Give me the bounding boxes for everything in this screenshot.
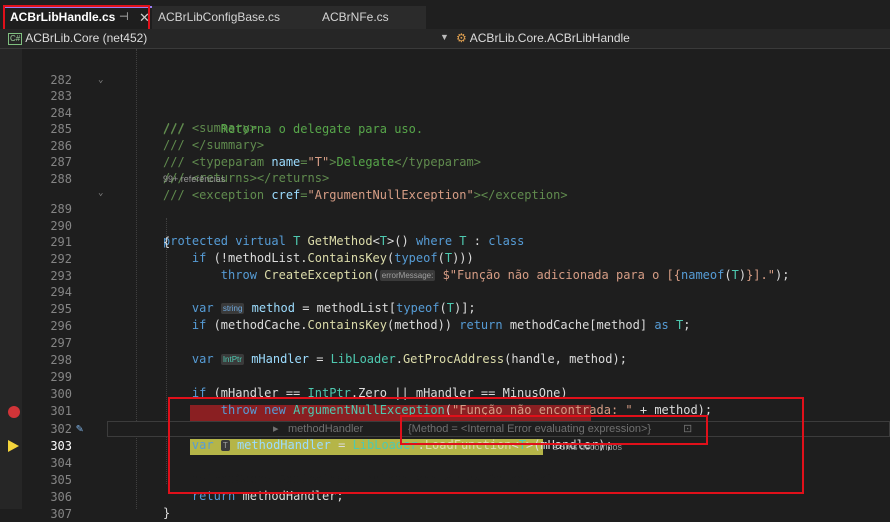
code-line[interactable]: 287 /// <returns></returns> xyxy=(0,138,890,185)
code-line[interactable]: 286 /// <typeparam name="T">Delegate</ty… xyxy=(0,122,890,169)
code-annotation-box xyxy=(168,397,804,494)
project-dropdown[interactable]: C# ACBrLib.Core (net452) xyxy=(8,31,147,45)
code-line[interactable]: 296 xyxy=(0,302,890,333)
code-line[interactable]: 292 throw CreateException(errorMessage: … xyxy=(0,235,890,282)
navigation-bar: C# ACBrLib.Core (net452) ▼ ⚙ ACBrLib.Core.… xyxy=(0,29,890,49)
code-line[interactable]: 289 ⌄ protected virtual T GetMethod<T>()… xyxy=(0,185,890,248)
code-line[interactable]: 291 if (!methodList.ContainsKey(typeof(T… xyxy=(0,218,890,265)
tab-label: ACBrLibConfigBase.cs xyxy=(158,10,281,24)
collapse-chevron-icon[interactable]: ⌄ xyxy=(98,185,103,201)
tab-acbrlibconfigbase[interactable]: ACBrLibConfigBase.cs xyxy=(152,6,316,29)
codelens-references[interactable]: 99+ referências xyxy=(163,174,225,184)
line-number: 307 xyxy=(50,507,72,521)
tab-label: ACBrNFe.cs xyxy=(322,10,389,24)
code-line[interactable]: 284 /// Retorna o delegate para uso. xyxy=(0,89,890,136)
code-line[interactable]: 295 if (methodCache.ContainsKey(method))… xyxy=(0,285,890,332)
code-line[interactable]: 282 xyxy=(0,56,890,87)
code-line[interactable]: 297 var IntPtr mHandler = LibLoader.GetP… xyxy=(0,319,890,366)
collapse-chevron-icon[interactable]: ⌄ xyxy=(98,72,103,88)
class-name: ACBrLib.Core.ACBrLibHandle xyxy=(469,31,630,45)
code-line[interactable]: 293 xyxy=(0,252,890,283)
code-line[interactable]: 285 /// </summary> xyxy=(0,105,890,152)
csharp-project-icon: C# xyxy=(8,33,23,45)
class-icon: ⚙ xyxy=(456,31,467,45)
project-name: ACBrLib.Core (net452) xyxy=(25,31,148,45)
code-line[interactable]: 300 throw new ArgumentNullException("Fun… xyxy=(0,370,890,417)
class-dropdown[interactable]: ⚙ ACBrLib.Core.ACBrLibHandle xyxy=(456,31,630,45)
code-line[interactable]: 288 /// <exception cref="ArgumentNullExc… xyxy=(0,155,890,202)
code-line[interactable]: 283 ⌄ /// <summary> xyxy=(0,72,890,135)
tab-acbrnfe[interactable]: ACBrNFe.cs xyxy=(316,6,426,29)
code-line[interactable]: 299 if (mHandler == IntPtr.Zero || mHand… xyxy=(0,353,890,400)
code-line[interactable]: 290 { xyxy=(0,202,890,249)
code-line[interactable]: 298 xyxy=(0,336,890,367)
chevron-down-icon[interactable]: ▼ xyxy=(440,32,449,42)
code-line[interactable]: 294 var string method = methodList[typeo… xyxy=(0,268,890,315)
datatip-annotation-box xyxy=(400,415,708,445)
